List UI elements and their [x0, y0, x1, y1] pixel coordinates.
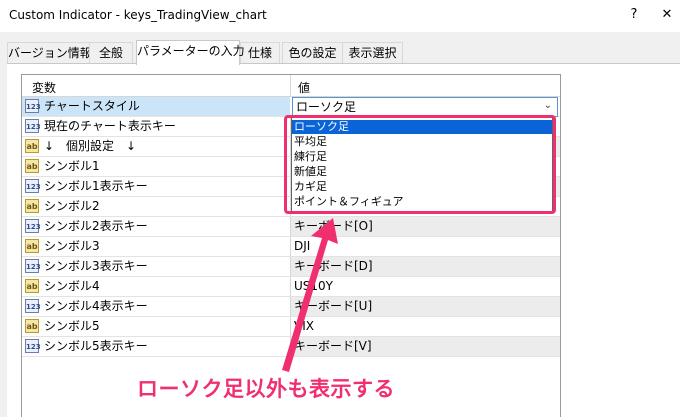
annotation-text: ローソク足以外も表示する [137, 377, 395, 401]
text-param-icon: ab [25, 159, 39, 173]
text-param-icon: ab [25, 199, 39, 213]
tab-colors[interactable]: 色の設定 [282, 42, 343, 64]
numeric-param-icon: 123 [25, 179, 41, 193]
param-value[interactable]: キーボード[O] [290, 217, 560, 236]
param-label: シンボル2 [44, 199, 100, 213]
window-title: Custom Indicator - keys_TradingView_char… [9, 8, 267, 22]
text-param-icon: ab [25, 139, 39, 153]
param-label: シンボル3表示キー [44, 259, 148, 273]
param-label: シンボル4 [44, 279, 100, 293]
param-row[interactable]: ab シンボル5 VIX [22, 317, 560, 337]
param-value[interactable]: キーボード[D] [290, 257, 560, 276]
tab-visualization[interactable]: 表示選択 [342, 42, 403, 64]
header-variable: 変数 [32, 81, 57, 95]
param-value[interactable]: DJI [290, 237, 560, 256]
param-label: ↓ 個別設定 ↓ [44, 139, 137, 153]
param-row[interactable]: 123 シンボル4表示キー キーボード[U] [22, 297, 560, 317]
param-row[interactable]: 123 シンボル5表示キー キーボード[V] [22, 337, 560, 357]
param-row[interactable]: ab シンボル3 DJI [22, 237, 560, 257]
tab-input-parameters[interactable]: パラメーターの入力 [136, 40, 245, 65]
param-value[interactable]: VIX [290, 317, 560, 336]
param-label: チャートスタイル [44, 99, 140, 113]
param-row[interactable]: ab シンボル4 US10Y [22, 277, 560, 297]
param-label: シンボル5 [44, 319, 100, 333]
numeric-param-icon: 123 [25, 299, 41, 313]
param-label: シンボル3 [44, 239, 100, 253]
numeric-param-icon: 123 [25, 339, 41, 353]
param-name-cell: 123 チャートスタイル [22, 97, 290, 116]
param-row-chart-style[interactable]: 123 チャートスタイル ローソク足 ⌄ [22, 97, 560, 117]
numeric-param-icon: 123 [25, 219, 41, 233]
param-label: シンボル5表示キー [44, 339, 148, 353]
chart-style-value: ローソク足 [296, 100, 357, 114]
header-value: 値 [298, 81, 311, 95]
chart-style-select[interactable]: ローソク足 ⌄ [292, 97, 558, 117]
param-value[interactable]: キーボード[V] [290, 337, 560, 356]
chevron-down-icon[interactable]: ⌄ [544, 100, 552, 111]
param-value[interactable]: キーボード[U] [290, 297, 560, 316]
tab-version-info[interactable]: バージョン情報 [7, 42, 92, 64]
param-row[interactable]: 123 シンボル3表示キー キーボード[D] [22, 257, 560, 277]
title-bar: Custom Indicator - keys_TradingView_char… [0, 0, 680, 32]
numeric-param-icon: 123 [25, 99, 41, 113]
help-button[interactable]: ? [623, 4, 645, 26]
text-param-icon: ab [25, 239, 39, 253]
tab-strip: バージョン情報 全般 パラメーターの入力 仕様 色の設定 表示選択 [7, 40, 677, 65]
highlight-box [284, 115, 556, 214]
param-label: シンボル1表示キー [44, 179, 148, 193]
param-label: 現在のチャート表示キー [44, 119, 176, 133]
grid-header: 変数 値 [22, 75, 560, 97]
tab-general[interactable]: 全般 [89, 42, 133, 64]
tab-spec[interactable]: 仕様 [240, 42, 280, 64]
numeric-param-icon: 123 [25, 119, 41, 133]
param-row[interactable]: 123 シンボル2表示キー キーボード[O] [22, 217, 560, 237]
numeric-param-icon: 123 [25, 259, 41, 273]
text-param-icon: ab [25, 319, 39, 333]
header-divider [290, 75, 291, 97]
param-label: シンボル2表示キー [44, 219, 148, 233]
param-label: シンボル4表示キー [44, 299, 148, 313]
text-param-icon: ab [25, 279, 39, 293]
close-button[interactable]: ✕ [656, 4, 678, 26]
param-value[interactable]: US10Y [290, 277, 560, 296]
param-label: シンボル1 [44, 159, 100, 173]
